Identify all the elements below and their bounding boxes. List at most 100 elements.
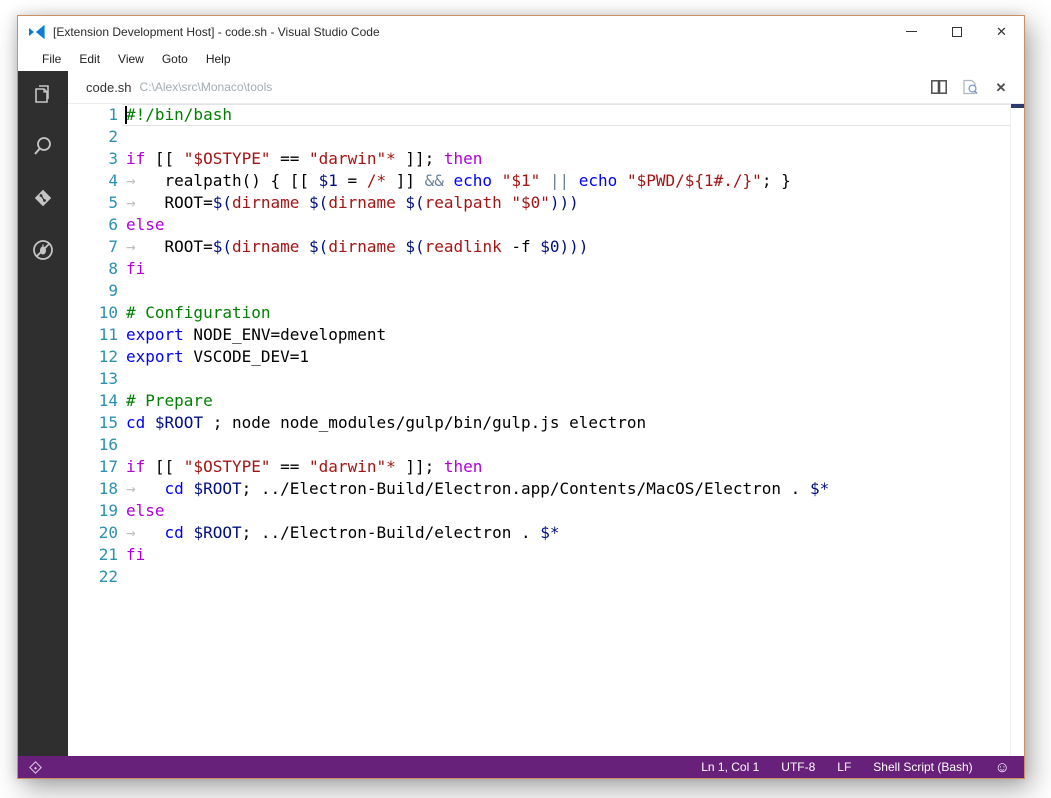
search-icon[interactable]: [30, 133, 56, 159]
current-line-highlight: [122, 104, 1010, 126]
code-line[interactable]: 11 export NODE_ENV=development: [68, 324, 1024, 346]
status-cursor-position[interactable]: Ln 1, Col 1: [701, 760, 759, 774]
feedback-smiley-icon[interactable]: ☺: [995, 760, 1010, 775]
activity-bar: [18, 71, 68, 756]
code-lines: 1 #!/bin/bash 2 3 if [[ "$OSTYPE" == "darwin…: [68, 104, 1024, 588]
split-editor-icon[interactable]: [930, 79, 948, 95]
code-line[interactable]: 10 # Configuration: [68, 302, 1024, 324]
status-language-mode[interactable]: Shell Script (Bash): [873, 760, 972, 774]
title-bar: [Extension Development Host] - code.sh -…: [18, 16, 1024, 47]
status-bar: Ln 1, Col 1 UTF-8 LF Shell Script (Bash) ☺: [18, 756, 1024, 778]
code-line[interactable]: 5 → ROOT=$(dirname $(dirname $(realpath "…: [68, 192, 1024, 214]
tab-bar: code.sh C:\Alex\src\Monaco\tools ✕: [68, 71, 1024, 104]
line-number: 16: [98, 435, 118, 454]
code-line[interactable]: 21 fi: [68, 544, 1024, 566]
tab-actions: ✕: [930, 79, 1024, 95]
line-number: 19: [98, 501, 118, 520]
code-line[interactable]: 13: [68, 368, 1024, 390]
status-bar-right: Ln 1, Col 1 UTF-8 LF Shell Script (Bash) ☺: [701, 760, 1024, 775]
close-tab-icon[interactable]: ✕: [992, 79, 1010, 95]
line-number: 1: [108, 105, 118, 124]
code-text: else: [126, 501, 165, 520]
explorer-icon[interactable]: [30, 81, 56, 107]
line-number: 6: [108, 215, 118, 234]
tab-code-sh[interactable]: code.sh: [86, 80, 132, 95]
minimize-icon: [906, 31, 917, 32]
code-line[interactable]: 9: [68, 280, 1024, 302]
code-text: → ROOT=$(dirname $(dirname $(readlink -f…: [126, 237, 589, 256]
code-text: # Prepare: [126, 391, 213, 410]
menu-item-help[interactable]: Help: [197, 49, 240, 69]
code-line[interactable]: 15 cd $ROOT ; node node_modules/gulp/bin/…: [68, 412, 1024, 434]
line-number: 7: [108, 237, 118, 256]
close-icon: ✕: [996, 24, 1007, 39]
code-text: # Configuration: [126, 303, 271, 322]
workbench-body: code.sh C:\Alex\src\Monaco\tools ✕ 1 #!/…: [18, 71, 1024, 756]
code-line[interactable]: 20 → cd $ROOT; ../Electron-Build/electron…: [68, 522, 1024, 544]
editor-group: code.sh C:\Alex\src\Monaco\tools ✕ 1 #!/…: [68, 71, 1024, 756]
menu-item-edit[interactable]: Edit: [70, 49, 109, 69]
code-line[interactable]: 4 → realpath() { [[ $1 = /* ]] && echo "$…: [68, 170, 1024, 192]
code-line[interactable]: 16: [68, 434, 1024, 456]
maximize-button[interactable]: [934, 16, 979, 47]
line-number: 4: [108, 171, 118, 190]
code-line[interactable]: 18 → cd $ROOT; ../Electron-Build/Electron…: [68, 478, 1024, 500]
code-text: if [[ "$OSTYPE" == "darwin"* ]]; then: [126, 149, 483, 168]
status-encoding[interactable]: UTF-8: [781, 760, 815, 774]
line-number: 17: [98, 457, 118, 476]
window-controls: ✕: [889, 16, 1024, 47]
menu-item-view[interactable]: View: [109, 49, 153, 69]
line-number: 5: [108, 193, 118, 212]
line-number: 14: [98, 391, 118, 410]
code-text: → ROOT=$(dirname $(dirname $(realpath "$…: [126, 193, 579, 212]
code-line[interactable]: 7 → ROOT=$(dirname $(dirname $(readlink -…: [68, 236, 1024, 258]
code-line[interactable]: 22: [68, 566, 1024, 588]
code-line[interactable]: 2: [68, 126, 1024, 148]
code-text: export VSCODE_DEV=1: [126, 347, 310, 366]
code-text: → cd $ROOT; ../Electron-Build/Electron.a…: [126, 479, 830, 498]
code-line[interactable]: 14 # Prepare: [68, 390, 1024, 412]
line-number: 22: [98, 567, 118, 586]
vscode-window: [Extension Development Host] - code.sh -…: [17, 15, 1025, 779]
code-line[interactable]: 12 export VSCODE_DEV=1: [68, 346, 1024, 368]
menu-item-goto[interactable]: Goto: [153, 49, 197, 69]
line-number: 3: [108, 149, 118, 168]
line-number: 21: [98, 545, 118, 564]
line-number: 15: [98, 413, 118, 432]
line-number: 10: [98, 303, 118, 322]
code-line[interactable]: 17 if [[ "$OSTYPE" == "darwin"* ]]; then: [68, 456, 1024, 478]
code-text: export NODE_ENV=development: [126, 325, 387, 344]
scrollbar-overview-ruler[interactable]: [1010, 104, 1024, 756]
menu-item-file[interactable]: File: [33, 49, 70, 69]
line-number: 2: [108, 127, 118, 146]
code-editor[interactable]: 1 #!/bin/bash 2 3 if [[ "$OSTYPE" == "darwin…: [68, 104, 1024, 756]
preview-icon[interactable]: [961, 79, 979, 95]
vscode-logo-icon: [29, 24, 45, 39]
line-number: 13: [98, 369, 118, 388]
code-line[interactable]: 8 fi: [68, 258, 1024, 280]
code-text: → cd $ROOT; ../Electron-Build/electron .…: [126, 523, 560, 542]
text-cursor: [125, 106, 127, 124]
line-number: 8: [108, 259, 118, 278]
code-line[interactable]: 19 else: [68, 500, 1024, 522]
git-branch-button[interactable]: [18, 760, 42, 774]
code-text: else: [126, 215, 165, 234]
line-number: 18: [98, 479, 118, 498]
line-number: 12: [98, 347, 118, 366]
line-number: 11: [98, 325, 118, 344]
minimize-button[interactable]: [889, 16, 934, 47]
git-icon[interactable]: [30, 185, 56, 211]
code-line[interactable]: 3 if [[ "$OSTYPE" == "darwin"* ]]; then: [68, 148, 1024, 170]
menu-bar: File Edit View Goto Help: [18, 47, 1024, 71]
line-number: 20: [98, 523, 118, 542]
git-diamond-icon: [29, 760, 42, 774]
close-button[interactable]: ✕: [979, 16, 1024, 47]
code-text: if [[ "$OSTYPE" == "darwin"* ]]; then: [126, 457, 483, 476]
cursor-overview-mark: [1011, 104, 1024, 108]
code-text: fi: [126, 545, 146, 564]
debug-icon[interactable]: [30, 237, 56, 263]
status-eol[interactable]: LF: [837, 760, 851, 774]
line-number: 9: [108, 281, 118, 300]
maximize-icon: [951, 26, 962, 37]
code-line[interactable]: 6 else: [68, 214, 1024, 236]
